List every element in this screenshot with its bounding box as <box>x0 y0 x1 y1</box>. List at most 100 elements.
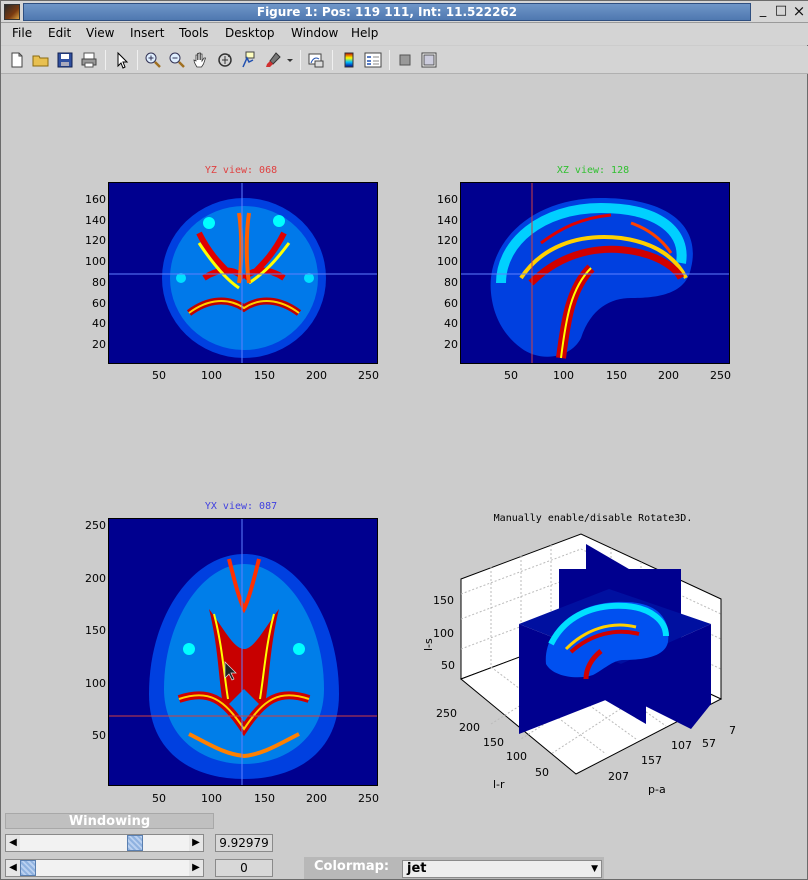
yx-view-title: YX view: 087 <box>204 501 278 512</box>
yz-view-axes[interactable] <box>108 182 378 364</box>
window-slider-left-arrow[interactable]: ◀ <box>6 835 20 851</box>
xz-y-tick: 60 <box>444 297 458 310</box>
xz-view-title: XZ view: 128 <box>556 165 630 176</box>
toolbar-separator <box>389 50 390 70</box>
level-slider-left-arrow[interactable]: ◀ <box>6 860 20 876</box>
hide-plot-tools-icon[interactable] <box>396 51 414 69</box>
pointer-icon[interactable] <box>113 51 131 69</box>
level-value-field[interactable]: 0 <box>215 859 273 877</box>
toolbar-separator <box>332 50 333 70</box>
yx-view-axes[interactable] <box>108 518 378 786</box>
minimize-button[interactable]: _ <box>755 4 771 20</box>
figure-window: Figure 1: Pos: 119 111, Int: 11.522262 _… <box>0 0 808 880</box>
yz-x-tick: 100 <box>201 369 222 382</box>
menu-view[interactable]: View <box>86 26 114 40</box>
xz-y-tick: 120 <box>437 234 458 247</box>
brush-icon[interactable] <box>264 51 282 69</box>
menu-help[interactable]: Help <box>351 26 378 40</box>
yx-x-tick: 250 <box>358 792 379 805</box>
yz-x-tick: 250 <box>358 369 379 382</box>
yz-y-tick: 100 <box>85 255 106 268</box>
menu-view-label: View <box>86 26 115 40</box>
window-slider-right-arrow[interactable]: ▶ <box>189 835 203 851</box>
title-bar: Figure 1: Pos: 119 111, Int: 11.522262 _… <box>1 1 808 23</box>
menu-file-label: File <box>12 26 33 40</box>
yz-view-title: YZ view: 068 <box>204 165 278 176</box>
yz-brain-slice-image <box>109 183 377 363</box>
view3d-lr-tick: 50 <box>535 766 549 779</box>
data-cursor-icon[interactable] <box>240 51 258 69</box>
colormap-label: Colormap: <box>314 859 390 874</box>
menu-tools-label: Tools <box>179 26 209 40</box>
menu-window-label: Window <box>291 26 339 40</box>
legend-icon[interactable] <box>364 51 382 69</box>
menu-tools[interactable]: Tools <box>179 26 209 40</box>
level-slider-right-arrow[interactable]: ▶ <box>189 860 203 876</box>
xz-y-tick: 140 <box>437 214 458 227</box>
print-icon[interactable] <box>80 51 98 69</box>
yz-y-tick: 140 <box>85 214 106 227</box>
save-icon[interactable] <box>56 51 74 69</box>
xz-view-axes[interactable] <box>460 182 730 364</box>
yz-x-tick: 150 <box>254 369 275 382</box>
view3d-z-tick: 50 <box>441 659 455 672</box>
view3d-pa-tick: 107 <box>671 739 692 752</box>
maximize-button[interactable]: □ <box>773 4 789 20</box>
toolbar-separator <box>105 50 106 70</box>
yx-y-tick: 50 <box>92 729 106 742</box>
view3d-pa-tick: 7 <box>729 724 736 737</box>
yx-y-tick: 150 <box>85 624 106 637</box>
brush-dropdown-icon[interactable] <box>285 51 295 69</box>
colormap-panel: Colormap: jet ▼ <box>304 857 604 879</box>
view3d-pa-tick: 157 <box>641 754 662 767</box>
menu-file[interactable]: File <box>12 26 32 40</box>
yx-y-tick: 200 <box>85 572 106 585</box>
yz-y-tick: 40 <box>92 317 106 330</box>
level-slider-thumb[interactable] <box>20 860 36 876</box>
window-value-field[interactable]: 9.92979 <box>215 834 273 852</box>
view3d-z-tick: 150 <box>433 594 454 607</box>
view3d-z-label: l-s <box>422 638 435 651</box>
view3d-axes[interactable]: 150 100 50 l-s 250 200 150 100 50 l-r 20… <box>411 529 741 799</box>
xz-x-tick: 150 <box>606 369 627 382</box>
yz-y-tick: 120 <box>85 234 106 247</box>
menu-insert-label: Insert <box>130 26 165 40</box>
pan-hand-icon[interactable] <box>192 51 210 69</box>
yz-x-tick: 200 <box>306 369 327 382</box>
zoom-in-icon[interactable] <box>144 51 162 69</box>
show-plot-tools-icon[interactable] <box>420 51 438 69</box>
rotate-3d-icon[interactable] <box>216 51 234 69</box>
xz-x-tick: 250 <box>710 369 731 382</box>
yx-x-tick: 50 <box>152 792 166 805</box>
toolbar-separator <box>300 50 301 70</box>
xz-brain-slice-image <box>461 183 729 363</box>
colorbar-icon[interactable] <box>340 51 358 69</box>
xz-x-tick: 200 <box>658 369 679 382</box>
menu-insert[interactable]: Insert <box>130 26 164 40</box>
zoom-out-icon[interactable] <box>168 51 186 69</box>
yx-x-tick: 150 <box>254 792 275 805</box>
view3d-lr-tick: 100 <box>506 750 527 763</box>
new-file-icon[interactable] <box>8 51 26 69</box>
yz-y-tick: 60 <box>92 297 106 310</box>
window-slider[interactable]: ◀ ▶ <box>5 834 204 852</box>
menu-window[interactable]: Window <box>291 26 338 40</box>
colormap-selected-value: jet <box>407 861 427 876</box>
menu-edit[interactable]: Edit <box>48 26 71 40</box>
view3d-pa-tick: 207 <box>608 770 629 783</box>
open-folder-icon[interactable] <box>32 51 50 69</box>
yz-y-tick: 20 <box>92 338 106 351</box>
link-plot-icon[interactable] <box>307 51 325 69</box>
yx-brain-slice-image <box>109 519 377 785</box>
view3d-lr-label: l-r <box>493 778 505 791</box>
window-slider-thumb[interactable] <box>127 835 143 851</box>
menu-desktop[interactable]: Desktop <box>225 26 275 40</box>
menu-bar: File Edit View Insert Tools Desktop Wind… <box>1 23 808 45</box>
close-button[interactable]: × <box>791 4 807 20</box>
menu-desktop-label: Desktop <box>225 26 275 40</box>
matlab-app-icon[interactable] <box>4 4 20 20</box>
xz-x-tick: 50 <box>504 369 518 382</box>
colormap-select[interactable]: jet ▼ <box>402 860 602 878</box>
level-slider[interactable]: ◀ ▶ <box>5 859 204 877</box>
view3d-lr-tick: 150 <box>483 736 504 749</box>
